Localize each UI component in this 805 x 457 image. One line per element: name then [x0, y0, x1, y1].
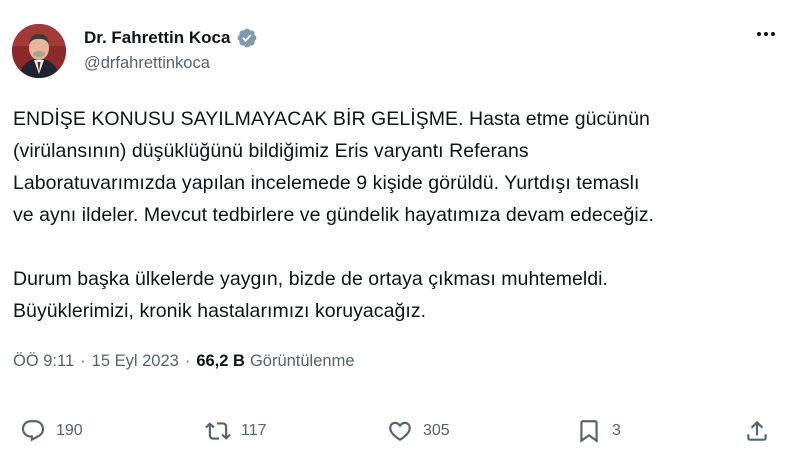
tweet-meta: ÖÖ 9:11 · 15 Eyl 2023 · 66,2 B Görüntüle…	[13, 352, 355, 371]
author-display-name[interactable]: Dr. Fahrettin Koca	[84, 28, 230, 48]
repost-icon	[205, 422, 231, 440]
tweet-line: ENDİŞE KONUSU SAYILMAYACAK BİR GELİŞME. …	[13, 108, 650, 130]
verified-badge-icon[interactable]	[236, 27, 258, 49]
author-name-row: Dr. Fahrettin Koca	[84, 27, 258, 49]
tweet-line: Durum başka ülkelerde yaygın, bizde de o…	[13, 268, 609, 290]
bookmark-icon	[580, 420, 598, 443]
tweet-line: (virülansının) düşüklüğünü bildiğimiz Er…	[13, 140, 529, 162]
views-count: 66,2 B	[196, 352, 245, 370]
reply-button[interactable]: 190	[20, 418, 83, 444]
views-label: Görüntülenme	[249, 352, 355, 370]
meta-separator: ·	[80, 352, 86, 370]
bookmark-count: 3	[612, 422, 621, 439]
share-icon	[747, 420, 767, 441]
like-count: 305	[423, 422, 450, 439]
repost-count: 117	[241, 422, 267, 439]
avatar-image	[12, 24, 66, 78]
more-options-icon[interactable]	[757, 32, 775, 36]
tweet-line: ve aynı ildeler. Mevcut tedbirlere ve gü…	[13, 204, 654, 226]
repost-button[interactable]: 117	[205, 418, 267, 444]
tweet-time[interactable]: ÖÖ 9:11	[13, 352, 74, 371]
reply-icon	[21, 420, 45, 442]
share-button[interactable]	[744, 418, 770, 444]
heart-icon	[389, 421, 411, 441]
tweet-line: Laboratuvarımızda yapılan incelemede 9 k…	[13, 172, 640, 194]
tweet-date[interactable]: 15 Eyl 2023	[92, 352, 179, 371]
tweet-line: Büyüklerimizi, kronik hastalarımızı koru…	[13, 300, 427, 322]
action-bar: 190 117 305 3	[0, 418, 805, 448]
avatar[interactable]	[12, 24, 66, 78]
reply-count: 190	[56, 422, 83, 439]
meta-separator: ·	[184, 352, 191, 370]
like-button[interactable]: 305	[387, 418, 450, 444]
author-handle[interactable]: @drfahrettinkoca	[84, 54, 210, 73]
tweet-text: ENDİŞE KONUSU SAYILMAYACAK BİR GELİŞME. …	[13, 103, 788, 327]
bookmark-button[interactable]: 3	[576, 418, 621, 444]
